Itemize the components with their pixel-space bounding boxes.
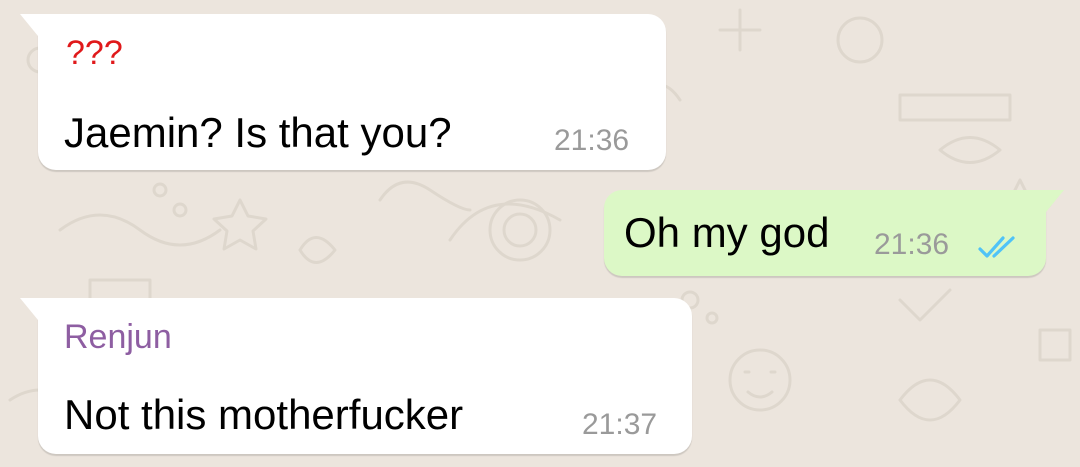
bubble-tail	[20, 298, 38, 320]
sender-name: Renjun	[64, 318, 172, 356]
message-timestamp: 21:36	[554, 124, 630, 157]
bubble-tail	[1046, 190, 1064, 212]
message-timestamp: 21:37	[582, 408, 658, 441]
message-bubble-incoming[interactable]: Renjun Not this motherfucker 21:37	[20, 298, 692, 454]
double-check-read-icon	[978, 236, 1015, 258]
message-text: Not this motherfucker	[64, 391, 464, 438]
message-text: Jaemin? Is that you?	[64, 109, 452, 156]
message-bubble-incoming[interactable]: ??? Jaemin? Is that you? 21:36	[20, 14, 666, 170]
sender-name: ???	[66, 34, 123, 72]
message-text: Oh my god	[624, 209, 830, 256]
bubble-tail	[20, 14, 38, 36]
message-timestamp: 21:36	[874, 228, 950, 261]
message-bubble-outgoing[interactable]: Oh my god 21:36	[604, 190, 1064, 276]
